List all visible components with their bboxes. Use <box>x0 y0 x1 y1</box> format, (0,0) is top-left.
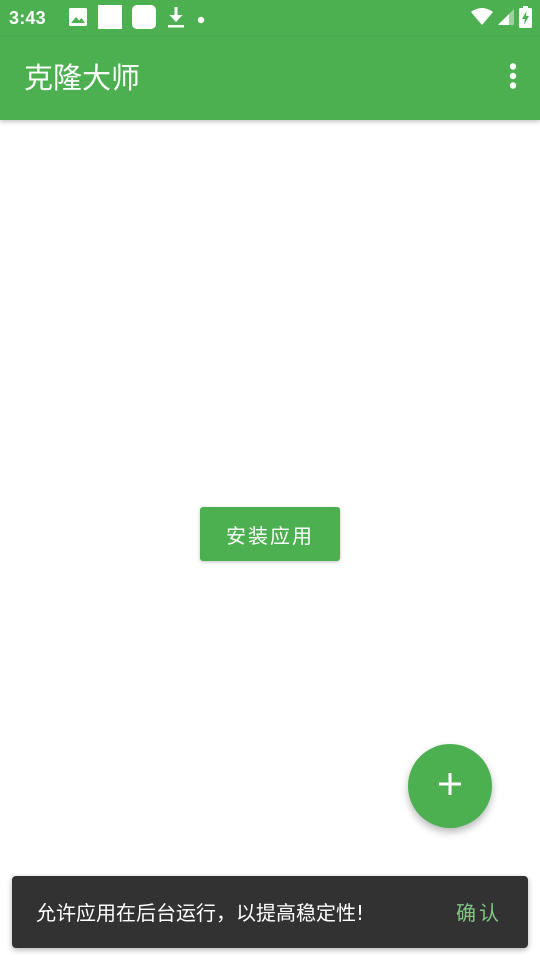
battery-charging-icon <box>519 6 532 32</box>
notification-square-icon <box>98 5 122 33</box>
app-bar: 克隆大师 <box>0 37 540 120</box>
notification-rounded-square-icon <box>132 5 156 33</box>
signal-icon <box>497 8 515 30</box>
status-time: 3:43 <box>9 8 46 28</box>
status-system-icons <box>467 6 532 32</box>
dot-icon <box>196 10 206 29</box>
more-vert-icon <box>509 63 517 93</box>
install-app-button[interactable]: 安装应用 <box>200 507 340 561</box>
snackbar: 允许应用在后台运行，以提高稳定性! 确认 <box>12 876 528 948</box>
status-notification-icons <box>68 5 216 33</box>
status-bar: 3:43 <box>0 0 540 37</box>
wifi-icon <box>471 8 493 30</box>
app-title: 克隆大师 <box>24 61 141 95</box>
download-icon <box>166 6 186 32</box>
plus-icon <box>438 772 462 800</box>
snackbar-confirm-button[interactable]: 确认 <box>456 900 502 926</box>
image-icon <box>68 7 88 31</box>
snackbar-message: 允许应用在后台运行，以提高稳定性! <box>36 901 365 925</box>
overflow-menu-button[interactable] <box>499 60 527 96</box>
add-fab-button[interactable] <box>408 744 492 828</box>
